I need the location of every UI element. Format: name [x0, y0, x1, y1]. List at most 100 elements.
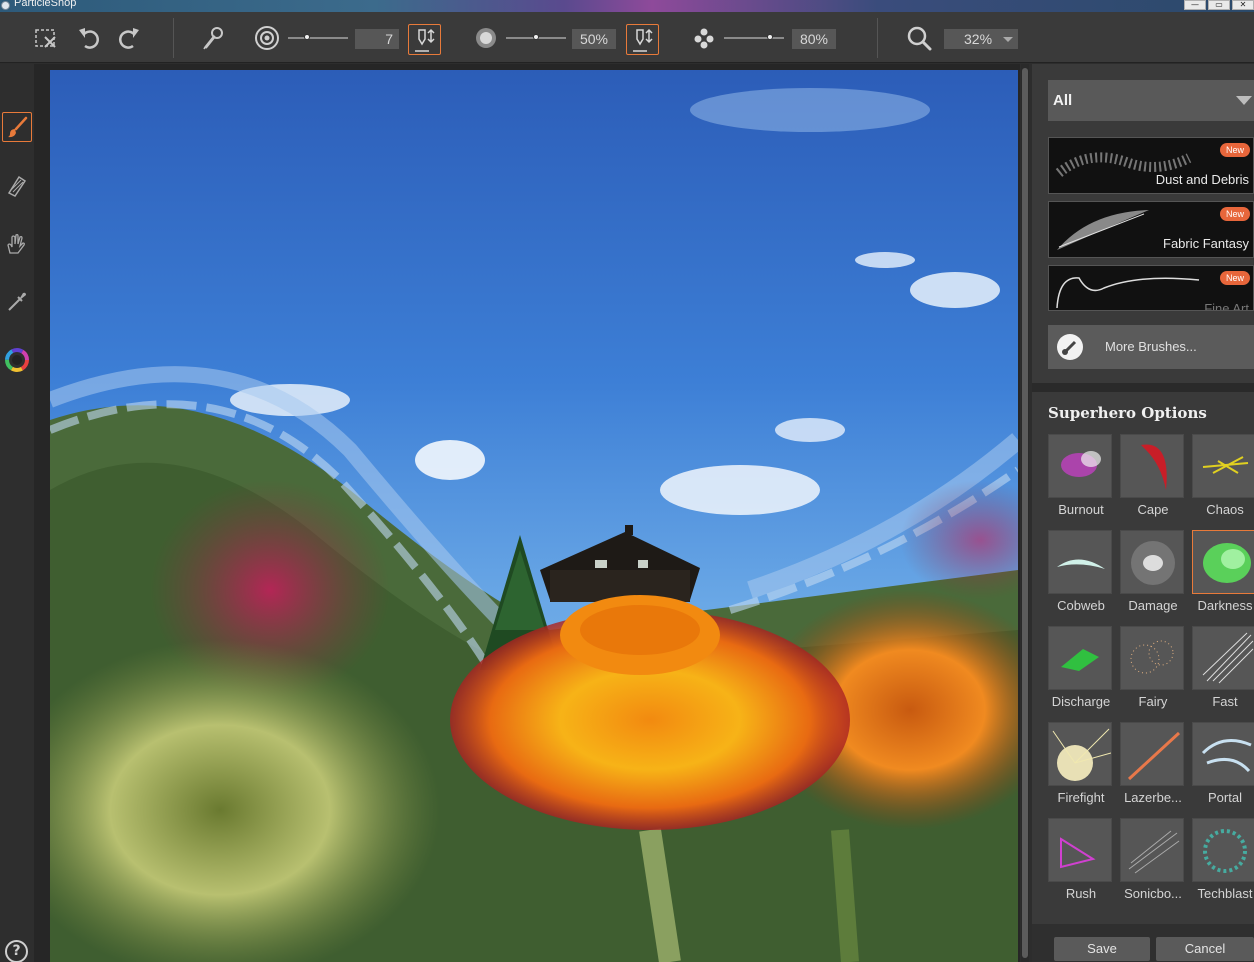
brush-label: Sonicbo... [1124, 886, 1182, 901]
brush-thumbnail [1048, 434, 1112, 498]
new-badge: New [1219, 271, 1250, 285]
minimize-button[interactable]: — [1184, 0, 1206, 10]
pack-name: Fabric Fantasy [1163, 236, 1249, 251]
brush-cobweb[interactable]: Cobweb [1048, 530, 1114, 620]
color-wheel-icon [5, 348, 29, 372]
opacity-field[interactable]: 50% [572, 29, 616, 49]
brush-firefight[interactable]: Firefight [1048, 722, 1114, 812]
grain-icon [694, 28, 714, 48]
brush-label: Firefight [1057, 790, 1105, 805]
brush-label: Cobweb [1057, 598, 1105, 613]
brush-pack-fabric-fantasy[interactable]: New Fabric Fantasy [1048, 201, 1254, 258]
eraser-icon [7, 175, 27, 197]
opacity-icon [476, 27, 496, 48]
brush-label: Lazerbe... [1124, 790, 1182, 805]
chevron-down-icon [1236, 96, 1252, 105]
zoom-button[interactable] [903, 12, 935, 63]
brush-sonicbo[interactable]: Sonicbo... [1120, 818, 1186, 908]
brush-chaos[interactable]: Chaos [1192, 434, 1254, 524]
maximize-button[interactable]: ▭ [1208, 0, 1230, 10]
help-button[interactable]: ? [5, 940, 28, 962]
brush-label: Burnout [1058, 502, 1104, 517]
brush-cape[interactable]: Cape [1120, 434, 1186, 524]
hand-icon [7, 234, 25, 254]
canvas-scrollbar[interactable] [1021, 64, 1029, 962]
particleshop-window: ParticleShop — ▭ ✕ 7 50% 80% 32% ? All N… [0, 0, 1254, 962]
painting-canvas[interactable] [50, 70, 1018, 962]
opacity-slider-knob[interactable] [533, 34, 539, 40]
size-pressure-toggle[interactable] [408, 24, 441, 55]
close-button[interactable]: ✕ [1232, 0, 1254, 10]
redo-icon [119, 27, 139, 49]
brush-thumbnail [1192, 818, 1254, 882]
brush-pack-fine-art[interactable]: New Fine Art [1048, 265, 1254, 311]
more-brushes-button[interactable]: More Brushes... [1048, 325, 1254, 369]
left-tool-strip [0, 64, 34, 962]
grain-slider-knob[interactable] [767, 34, 774, 40]
paintbrush-icon [8, 116, 28, 138]
brush-thumbnail [1192, 722, 1254, 786]
zoom-dropdown[interactable]: 32% [944, 29, 1018, 49]
brush-portal[interactable]: Portal [1192, 722, 1254, 812]
brush-thumbnail [1192, 626, 1254, 690]
opacity-pressure-toggle[interactable] [626, 24, 659, 55]
brush-category-value: All [1053, 92, 1073, 109]
brush-label: Fast [1212, 694, 1238, 709]
brush-thumbnail [1120, 818, 1184, 882]
more-brushes-label: More Brushes... [1105, 339, 1197, 354]
brush-panel: All New Dust and Debris New Fabric Fanta… [1032, 64, 1254, 962]
zoom-value: 32% [964, 31, 993, 47]
brush-category-dropdown[interactable]: All [1048, 80, 1254, 121]
brush-size-slider[interactable] [288, 34, 348, 40]
grain-slider[interactable] [724, 34, 784, 40]
brush-lazerbe[interactable]: Lazerbe... [1120, 722, 1186, 812]
brush-burnout[interactable]: Burnout [1048, 434, 1114, 524]
brush-thumbnail [1120, 434, 1184, 498]
brush-label: Darkness [1197, 598, 1253, 613]
grain-field[interactable]: 80% [792, 29, 836, 49]
color-wheel-tool[interactable] [2, 345, 32, 375]
brush-fast[interactable]: Fast [1192, 626, 1254, 716]
top-toolbar: 7 50% 80% 32% [0, 12, 1254, 63]
new-badge: New [1219, 143, 1250, 157]
brush-thumbnail [1120, 626, 1184, 690]
brush-damage[interactable]: Damage [1120, 530, 1186, 620]
brush-thumbnail [1120, 722, 1184, 786]
save-button[interactable]: Save [1054, 937, 1150, 961]
brush-size-icon-wrap [253, 12, 281, 63]
scrollbar-thumb[interactable] [1022, 68, 1028, 958]
brush-rush[interactable]: Rush [1048, 818, 1114, 908]
opacity-slider[interactable] [506, 34, 566, 40]
brush-label: Fairy [1138, 694, 1168, 709]
brush-settings-button[interactable] [197, 12, 229, 63]
brush-badge-icon [1057, 334, 1083, 360]
clear-canvas-icon [35, 28, 56, 48]
chevron-down-icon [1003, 37, 1013, 42]
brush-size-slider-knob[interactable] [304, 34, 311, 40]
brush-thumbnail [1192, 530, 1254, 594]
eyedropper-icon [8, 292, 26, 311]
undo-button[interactable] [73, 12, 105, 63]
app-icon [1, 1, 10, 10]
brush-discharge[interactable]: Discharge [1048, 626, 1114, 716]
cancel-button[interactable]: Cancel [1156, 937, 1254, 961]
brush-wrench-icon [203, 26, 223, 49]
paint-brush-tool[interactable] [2, 112, 32, 142]
clear-canvas-button[interactable] [30, 12, 62, 63]
brush-darkness[interactable]: Darkness [1192, 530, 1254, 620]
canvas-area [34, 64, 1020, 962]
eyedropper-tool[interactable] [2, 286, 32, 316]
brush-thumbnail [1048, 626, 1112, 690]
brush-label: Discharge [1051, 694, 1111, 709]
brush-pack-dust-and-debris[interactable]: New Dust and Debris [1048, 137, 1254, 194]
brush-label: Damage [1128, 598, 1178, 613]
brush-label: Chaos [1206, 502, 1244, 517]
brush-fairy[interactable]: Fairy [1120, 626, 1186, 716]
pen-pressure-icon [414, 28, 435, 52]
eraser-brush-tool[interactable] [2, 170, 32, 200]
smudge-hand-tool[interactable] [2, 229, 32, 259]
brush-size-field[interactable]: 7 [355, 29, 399, 49]
redo-button[interactable] [113, 12, 145, 63]
brush-thumbnail [1192, 434, 1254, 498]
brush-techblast[interactable]: Techblast [1192, 818, 1254, 908]
